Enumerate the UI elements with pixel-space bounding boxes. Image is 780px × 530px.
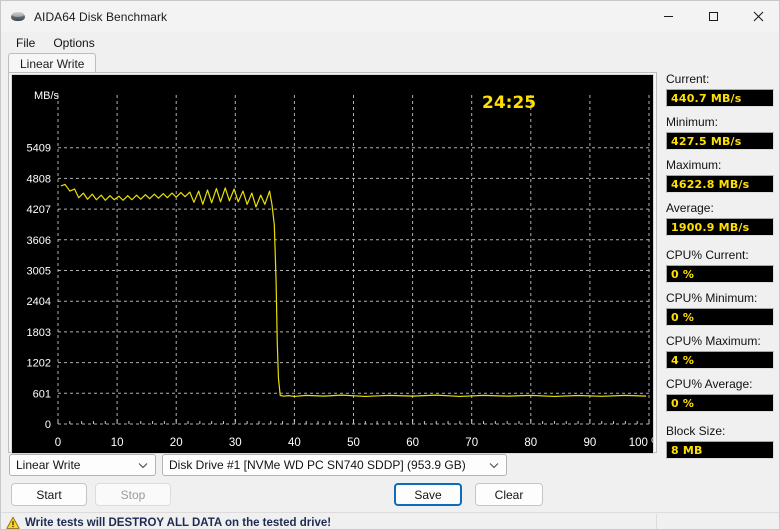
menu-item-file[interactable]: File: [8, 34, 43, 52]
warning-triangle-icon: [6, 516, 20, 530]
x-tick-label: 10: [111, 437, 124, 449]
caption-buttons: [646, 1, 779, 32]
benchmark-chart-canvas: 0 601 1202 1803 2404 3005 3606 4207 4808 5409 0 10…: [12, 75, 653, 453]
stat-cpu-minimum-label: CPU% Minimum:: [666, 291, 758, 305]
title-bar-left: AIDA64 Disk Benchmark: [1, 9, 646, 25]
benchmark-chart: 0 601 1202 1803 2404 3005 3606 4207 4808 5409 0 10…: [11, 74, 654, 454]
menu-bar: File Options: [1, 32, 779, 53]
x-tick-label: 0: [55, 437, 61, 449]
x-tick-label: 60: [406, 437, 419, 449]
client-area: Linear Write 0 601 1202 1803 2404 3005 3606 420…: [1, 53, 779, 530]
close-icon: [753, 11, 764, 22]
x-tick-label: 80: [524, 437, 537, 449]
y-tick-label: 4808: [27, 173, 51, 185]
chevron-down-icon: [489, 455, 499, 475]
x-tick-label: 30: [229, 437, 242, 449]
disk-drive-value: Disk Drive #1 [NVMe WD PC SN740 SDDP] (9…: [169, 458, 466, 472]
stat-current-label: Current:: [666, 72, 710, 86]
benchmark-mode-select[interactable]: Linear Write: [9, 454, 156, 476]
y-tick-label: 1803: [27, 327, 51, 339]
minimize-button[interactable]: [646, 1, 691, 32]
title-bar: AIDA64 Disk Benchmark: [1, 1, 779, 33]
minimize-icon: [664, 16, 673, 17]
status-bar-warning-text: Write tests will DESTROY ALL DATA on the…: [25, 516, 332, 529]
y-tick-label: 3606: [27, 235, 51, 247]
stat-cpu-maximum-value: 4 %: [666, 351, 774, 369]
stat-current-value: 440.7 MB/s: [666, 89, 774, 107]
stat-maximum-label: Maximum:: [666, 158, 722, 172]
chart-elapsed-timer: 24:25: [482, 93, 536, 113]
maximize-button[interactable]: [691, 1, 736, 32]
y-tick-label: 5409: [27, 143, 51, 155]
stat-average-label: Average:: [666, 201, 714, 215]
start-button[interactable]: Start: [11, 483, 87, 506]
x-tick-label: 70: [465, 437, 478, 449]
x-tick-label: 40: [288, 437, 301, 449]
close-button[interactable]: [736, 1, 779, 32]
stop-button: Stop: [95, 483, 171, 506]
stat-maximum: Maximum: 4622.8 MB/s: [666, 158, 774, 193]
maximize-icon: [709, 12, 718, 21]
y-tick-label: 601: [33, 388, 51, 400]
chevron-down-icon: [138, 455, 148, 475]
statistics-panel: Current: 440.7 MB/s Minimum: 427.5 MB/s …: [666, 72, 774, 467]
y-tick-label: 0: [45, 419, 51, 431]
x-tick-label: 20: [170, 437, 183, 449]
stat-minimum: Minimum: 427.5 MB/s: [666, 115, 774, 150]
y-tick-label: 3005: [27, 266, 51, 278]
disk-platter-icon: [10, 9, 26, 25]
y-tick-label: 2404: [27, 296, 51, 308]
stat-average: Average: 1900.9 MB/s: [666, 201, 774, 236]
disk-drive-select[interactable]: Disk Drive #1 [NVMe WD PC SN740 SDDP] (9…: [162, 454, 507, 476]
status-bar-separator: [656, 514, 657, 529]
save-button[interactable]: Save: [394, 483, 462, 506]
clear-button[interactable]: Clear: [475, 483, 543, 506]
status-bar: Write tests will DESTROY ALL DATA on the…: [1, 512, 779, 530]
selector-row: Linear Write Disk Drive #1 [NVMe WD PC S…: [9, 454, 769, 478]
stat-current: Current: 440.7 MB/s: [666, 72, 774, 107]
stat-cpu-average-label: CPU% Average:: [666, 377, 753, 391]
stat-cpu-maximum: CPU% Maximum: 4 %: [666, 334, 774, 369]
stat-cpu-current-value: 0 %: [666, 265, 774, 283]
y-tick-label: 1202: [27, 358, 51, 370]
stat-minimum-label: Minimum:: [666, 115, 719, 129]
stat-maximum-value: 4622.8 MB/s: [666, 175, 774, 193]
x-tick-label: 50: [347, 437, 360, 449]
stat-cpu-average-value: 0 %: [666, 394, 774, 412]
window-title: AIDA64 Disk Benchmark: [34, 9, 168, 24]
stat-average-value: 1900.9 MB/s: [666, 218, 774, 236]
stat-cpu-minimum-value: 0 %: [666, 308, 774, 326]
action-button-row: Start Stop Save Clear: [9, 483, 769, 509]
x-tick-label: 90: [584, 437, 597, 449]
stat-cpu-minimum: CPU% Minimum: 0 %: [666, 291, 774, 326]
chart-y-axis-label: MB/s: [34, 90, 60, 102]
menu-item-options[interactable]: Options: [45, 34, 102, 52]
aida64-disk-benchmark-window: AIDA64 Disk Benchmark File Options Linea…: [0, 0, 780, 530]
stat-cpu-average: CPU% Average: 0 %: [666, 377, 774, 412]
tab-strip: Linear Write: [8, 53, 774, 74]
stat-cpu-current-label: CPU% Current:: [666, 248, 749, 262]
y-tick-label: 4207: [27, 204, 51, 216]
stat-cpu-current: CPU% Current: 0 %: [666, 248, 774, 283]
tab-linear-write[interactable]: Linear Write: [8, 53, 97, 74]
stat-block-size-label: Block Size:: [666, 424, 726, 438]
x-tick-label: 100 %: [629, 437, 653, 449]
stat-minimum-value: 427.5 MB/s: [666, 132, 774, 150]
stat-cpu-maximum-label: CPU% Maximum:: [666, 334, 761, 348]
benchmark-mode-value: Linear Write: [16, 458, 81, 472]
